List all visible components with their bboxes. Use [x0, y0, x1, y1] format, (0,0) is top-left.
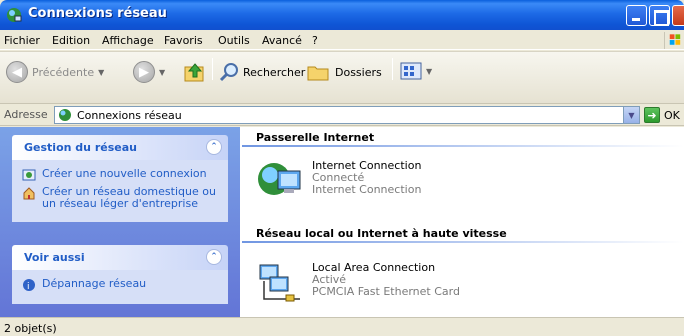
task-pane: Gestion du réseau ⌃ Créer une nouvelle c…	[0, 127, 240, 317]
menu-help[interactable]: ?	[312, 34, 318, 47]
address-bar: Adresse Connexions réseau ▼ ➜ OK	[0, 104, 684, 126]
forward-arrow-icon: ▶	[133, 61, 155, 83]
folder-up-icon	[184, 63, 204, 82]
go-arrow-icon[interactable]: ➜	[644, 107, 660, 123]
internet-connection-icon	[258, 163, 301, 195]
task-network-troubleshoot[interactable]: i Dépannage réseau	[22, 278, 218, 292]
task-label: Créer une nouvelle connexion	[42, 167, 207, 180]
group-header-internet-gateway: Passerelle Internet	[256, 131, 375, 144]
task-label: Dépannage réseau	[42, 277, 147, 290]
title-bar: Connexions réseau	[0, 0, 684, 30]
see-also-title: Voir aussi	[24, 251, 85, 264]
address-value: Connexions réseau	[77, 109, 182, 122]
see-also-box: Voir aussi ⌃ i Dépannage réseau	[12, 245, 228, 304]
search-button[interactable]: Rechercher	[218, 61, 305, 83]
up-folder-button[interactable]	[183, 60, 207, 84]
views-button[interactable]: ▼	[400, 61, 432, 81]
group-divider	[242, 145, 684, 147]
menu-outils[interactable]: Outils	[218, 34, 250, 47]
connections-list: Passerelle Internet Internet Connection …	[242, 127, 684, 317]
see-also-header[interactable]: Voir aussi ⌃	[12, 245, 228, 270]
back-label: Précédente	[32, 65, 95, 79]
new-connection-icon	[22, 169, 36, 181]
window-title: Connexions réseau	[28, 6, 167, 21]
chevron-down-icon: ▼	[159, 67, 166, 77]
minimize-button[interactable]	[626, 5, 647, 26]
forward-button[interactable]: ▶ ▼	[133, 61, 165, 83]
task-home-network[interactable]: Créer un réseau domestique ou un réseau …	[22, 186, 218, 210]
windows-logo-icon	[664, 32, 681, 49]
search-label: Rechercher	[243, 65, 306, 79]
maximize-button[interactable]	[649, 5, 670, 26]
menu-fichier[interactable]: Fichier	[4, 34, 40, 47]
home-network-icon	[23, 187, 35, 200]
menu-affichage[interactable]: Affichage	[102, 34, 154, 47]
address-label: Adresse	[4, 108, 48, 121]
status-bar: 2 objet(s)	[0, 317, 684, 336]
network-tasks-box: Gestion du réseau ⌃ Créer une nouvelle c…	[12, 135, 228, 222]
go-button-label[interactable]: OK	[664, 109, 680, 122]
folders-button[interactable]: Dossiers	[306, 61, 382, 83]
network-tasks-body: Créer une nouvelle connexion Créer un ré…	[12, 160, 228, 222]
help-info-icon: i	[23, 279, 35, 292]
network-tasks-title: Gestion du réseau	[24, 141, 137, 154]
views-icon	[400, 62, 422, 80]
connection-device: PCMCIA Fast Ethernet Card	[312, 285, 460, 298]
menu-favoris[interactable]: Favoris	[164, 34, 203, 47]
back-arrow-icon: ◀	[6, 61, 28, 83]
group-divider	[242, 241, 684, 243]
menu-edition[interactable]: Edition	[52, 34, 90, 47]
svg-text:i: i	[27, 282, 30, 292]
network-connections-icon	[7, 8, 22, 22]
close-button[interactable]	[672, 5, 684, 26]
connection-item-internet[interactable]: Internet Connection Connecté Internet Co…	[256, 157, 676, 207]
menu-bar: Fichier Edition Affichage Favoris Outils…	[0, 30, 684, 50]
task-label: Créer un réseau domestique ou un réseau …	[42, 185, 216, 210]
network-tasks-header[interactable]: Gestion du réseau ⌃	[12, 135, 228, 160]
chevron-down-icon: ▼	[426, 66, 433, 76]
address-dropdown-button[interactable]: ▼	[623, 107, 639, 123]
collapse-chevron-icon[interactable]: ⌃	[206, 139, 222, 155]
connection-device: Internet Connection	[312, 183, 422, 196]
chevron-down-icon: ▼	[98, 67, 105, 77]
connection-item-lan[interactable]: Local Area Connection Activé PCMCIA Fast…	[256, 259, 676, 309]
search-icon	[219, 63, 238, 82]
local-area-connection-icon	[259, 264, 300, 302]
collapse-chevron-icon[interactable]: ⌃	[206, 249, 222, 265]
folders-icon	[307, 66, 329, 81]
address-input[interactable]: Connexions réseau ▼	[54, 106, 640, 124]
task-create-connection[interactable]: Créer une nouvelle connexion	[22, 168, 218, 182]
see-also-body: i Dépannage réseau	[12, 270, 228, 304]
network-connections-icon	[59, 109, 71, 121]
content-area: Gestion du réseau ⌃ Créer une nouvelle c…	[0, 127, 684, 317]
folders-label: Dossiers	[335, 65, 382, 79]
back-button[interactable]: ◀ Précédente ▼	[6, 61, 104, 83]
status-text: 2 objet(s)	[4, 322, 57, 335]
group-header-lan: Réseau local ou Internet à haute vitesse	[256, 227, 507, 240]
menu-avance[interactable]: Avancé	[262, 34, 302, 47]
